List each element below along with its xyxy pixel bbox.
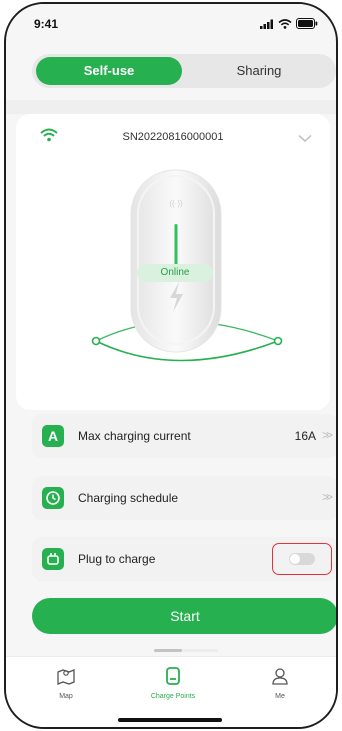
toggle-highlight-frame [272, 543, 332, 575]
plug-to-charge-toggle[interactable] [289, 553, 315, 565]
status-icons [260, 16, 318, 34]
charging-schedule-row[interactable]: Charging schedule >> [32, 476, 336, 520]
scroll-indicator [154, 649, 218, 652]
tab-map[interactable]: Map [26, 667, 106, 700]
person-icon [271, 668, 289, 689]
start-button[interactable]: Start [32, 598, 336, 634]
device-status-badge: Online [137, 264, 213, 282]
segment-sharing[interactable]: Sharing [186, 57, 332, 85]
phone-frame: 9:41 Self-use Sharing SN20220816000001 (… [4, 2, 338, 729]
plug-icon [42, 548, 64, 570]
signal-icon [260, 16, 274, 34]
svg-text:((·)): ((·)) [169, 199, 183, 208]
charging-schedule-label: Charging schedule [78, 491, 179, 505]
amperage-icon: A [42, 425, 64, 447]
status-time: 9:41 [34, 17, 59, 31]
tab-me[interactable]: Me [240, 667, 320, 700]
plug-to-charge-label: Plug to charge [78, 552, 156, 566]
map-icon [56, 669, 76, 689]
chevron-down-icon[interactable] [298, 130, 312, 148]
scroll-indicator-thumb [154, 649, 182, 652]
max-charging-current-label: Max charging current [78, 429, 191, 443]
device-card: SN20220816000001 ((·)) [16, 114, 330, 410]
double-chevron-right-icon: >> [321, 428, 333, 442]
tab-map-label: Map [59, 693, 73, 700]
clock-icon [42, 487, 64, 509]
double-chevron-right-icon: >> [321, 490, 333, 504]
segment-self-use[interactable]: Self-use [36, 57, 182, 85]
max-charging-current-value: 16A [294, 429, 316, 443]
max-charging-current-row[interactable]: A Max charging current 16A >> [32, 414, 336, 458]
home-indicator [118, 718, 222, 722]
battery-icon [296, 16, 318, 34]
mode-segmented-control: Self-use Sharing [32, 54, 336, 88]
plug-to-charge-row: Plug to charge [32, 537, 336, 581]
charger-icon [165, 667, 181, 689]
device-serial-number: SN20220816000001 [122, 131, 224, 143]
status-bar: 9:41 [6, 4, 336, 38]
toggle-knob [290, 554, 300, 564]
charger-illustration: ((·)) [16, 154, 330, 364]
tab-charge-points-label: Charge Points [150, 693, 196, 700]
tab-charge-points[interactable]: Charge Points [133, 667, 213, 700]
tab-me-label: Me [275, 693, 285, 700]
wifi-icon [278, 16, 292, 34]
section-divider [6, 100, 336, 114]
